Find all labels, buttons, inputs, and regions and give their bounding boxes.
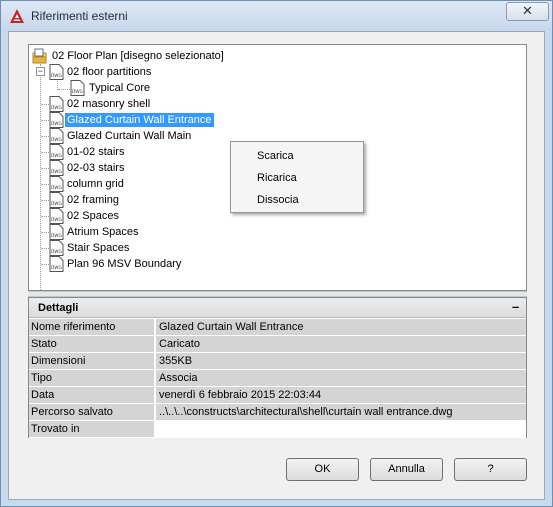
- property-key: Tipo: [29, 370, 155, 386]
- dialog-window: Riferimenti esterni ✕ 02 Floor Plan [dis…: [0, 0, 553, 507]
- tree-item-label: 01-02 stairs: [67, 146, 125, 158]
- property-key: Nome riferimento: [29, 319, 155, 335]
- tree-item-label: column grid: [67, 178, 124, 190]
- details-title: Dettagli: [38, 302, 79, 314]
- tree-item[interactable]: DWG 02 framing: [34, 192, 234, 208]
- tree-item-label: Typical Core: [89, 82, 151, 94]
- tree-item-label: Stair Spaces: [67, 242, 130, 254]
- tree-item[interactable]: DWG 02-03 stairs: [34, 160, 234, 176]
- svg-text:DWG: DWG: [51, 153, 62, 159]
- drawing-root-icon: [32, 48, 47, 64]
- property-value: [156, 421, 526, 437]
- tree-item[interactable]: DWG Glazed Curtain Wall Main: [34, 128, 234, 144]
- svg-text:DWG: DWG: [51, 201, 62, 207]
- svg-text:DWG: DWG: [51, 137, 62, 143]
- tree-item-label: Atrium Spaces: [67, 226, 139, 238]
- property-value: Associa: [156, 370, 526, 386]
- svg-text:DWG: DWG: [51, 249, 62, 255]
- tree-item[interactable]: DWG Typical Core: [69, 80, 219, 96]
- dwg-file-icon: DWG: [49, 192, 64, 208]
- title-bar[interactable]: Riferimenti esterni ✕: [1, 1, 552, 31]
- dwg-file-icon: DWG: [49, 240, 64, 256]
- close-button[interactable]: ✕: [506, 2, 549, 21]
- svg-text:DWG: DWG: [51, 265, 62, 271]
- window-title: Riferimenti esterni: [31, 9, 128, 23]
- svg-text:DWG: DWG: [51, 105, 62, 111]
- details-panel: Dettagli – Nome riferimento Glazed Curta…: [28, 297, 527, 438]
- tree-item-label: 02 floor partitions: [67, 66, 152, 78]
- details-header: Dettagli –: [29, 298, 526, 318]
- tree-item[interactable]: DWG Plan 96 MSV Boundary: [34, 256, 234, 272]
- xref-tree-view[interactable]: 02 Floor Plan [disegno selezionato] − DW…: [28, 44, 527, 291]
- tree-item[interactable]: DWG 01-02 stairs: [34, 144, 234, 160]
- dwg-file-icon: DWG: [49, 160, 64, 176]
- dwg-file-icon: DWG: [49, 176, 64, 192]
- property-row: Dimensioni 355KB: [29, 353, 526, 370]
- tree-item[interactable]: DWG Atrium Spaces: [34, 224, 234, 240]
- cancel-button[interactable]: Annulla: [370, 458, 443, 481]
- svg-text:DWG: DWG: [51, 121, 62, 127]
- help-button[interactable]: ?: [454, 458, 527, 481]
- property-value: Caricato: [156, 336, 526, 352]
- svg-text:DWG: DWG: [51, 73, 62, 79]
- svg-text:DWG: DWG: [51, 233, 62, 239]
- dwg-file-icon: DWG: [49, 224, 64, 240]
- property-row: Trovato in: [29, 421, 526, 438]
- dwg-file-icon: DWG: [49, 144, 64, 160]
- tree-item-label: 02-03 stairs: [67, 162, 125, 174]
- property-value: 355KB: [156, 353, 526, 369]
- close-icon: ✕: [522, 3, 533, 18]
- property-value: ..\..\..\constructs\architectural\shell\…: [156, 404, 526, 420]
- tree-item[interactable]: DWG column grid: [34, 176, 234, 192]
- autocad-app-icon: [10, 9, 24, 23]
- tree-item-label: Plan 96 MSV Boundary: [67, 258, 182, 270]
- property-row: Nome riferimento Glazed Curtain Wall Ent…: [29, 319, 526, 336]
- property-row: Percorso salvato ..\..\..\constructs\arc…: [29, 404, 526, 421]
- property-value: venerdì 6 febbraio 2015 22:03:44: [156, 387, 526, 403]
- dwg-file-icon: DWG: [49, 112, 64, 128]
- tree-item-label: Glazed Curtain Wall Entrance: [65, 113, 214, 127]
- ok-button[interactable]: OK: [286, 458, 359, 481]
- svg-text:DWG: DWG: [51, 169, 62, 175]
- property-row: Stato Caricato: [29, 336, 526, 353]
- tree-item-label: 02 masonry shell: [67, 98, 151, 110]
- dialog-client-area: 02 Floor Plan [disegno selezionato] − DW…: [8, 31, 545, 500]
- dwg-file-icon: DWG: [49, 208, 64, 224]
- tree-item-label: Glazed Curtain Wall Main: [67, 130, 192, 142]
- dwg-file-icon: DWG: [49, 128, 64, 144]
- menu-item-ricarica[interactable]: Ricarica: [257, 172, 297, 184]
- menu-item-scarica[interactable]: Scarica: [257, 150, 294, 162]
- tree-item-label: 02 Spaces: [67, 210, 119, 222]
- property-row: Tipo Associa: [29, 370, 526, 387]
- tree-item-selected[interactable]: DWG Glazed Curtain Wall Entrance: [34, 112, 234, 128]
- tree-item-label: 02 framing: [67, 194, 119, 206]
- dwg-file-icon: DWG: [49, 256, 64, 272]
- tree-item[interactable]: DWG Stair Spaces: [34, 240, 234, 256]
- tree-root-row[interactable]: 02 Floor Plan [disegno selezionato]: [32, 48, 332, 64]
- tree-item[interactable]: DWG 02 Spaces: [34, 208, 234, 224]
- collapse-toggle-icon[interactable]: −: [36, 67, 45, 76]
- property-key: Data: [29, 387, 155, 403]
- collapse-details-icon[interactable]: –: [512, 299, 519, 314]
- dwg-file-icon: DWG: [70, 80, 85, 96]
- dwg-file-icon: DWG: [49, 96, 64, 112]
- property-key: Dimensioni: [29, 353, 155, 369]
- svg-text:DWG: DWG: [72, 89, 83, 95]
- property-row: Data venerdì 6 febbraio 2015 22:03:44: [29, 387, 526, 404]
- svg-text:DWG: DWG: [51, 217, 62, 223]
- property-key: Trovato in: [29, 421, 155, 437]
- tree-item[interactable]: DWG 02 masonry shell: [34, 96, 234, 112]
- svg-text:DWG: DWG: [51, 185, 62, 191]
- property-key: Percorso salvato: [29, 404, 155, 420]
- property-key: Stato: [29, 336, 155, 352]
- tree-root-label: 02 Floor Plan [disegno selezionato]: [52, 50, 224, 62]
- property-value: Glazed Curtain Wall Entrance: [156, 319, 526, 335]
- menu-item-dissocia[interactable]: Dissocia: [257, 194, 299, 206]
- context-menu: Scarica Ricarica Dissocia: [230, 141, 364, 213]
- dwg-file-icon: DWG: [49, 64, 64, 80]
- tree-item[interactable]: − DWG 02 floor partitions: [34, 64, 234, 80]
